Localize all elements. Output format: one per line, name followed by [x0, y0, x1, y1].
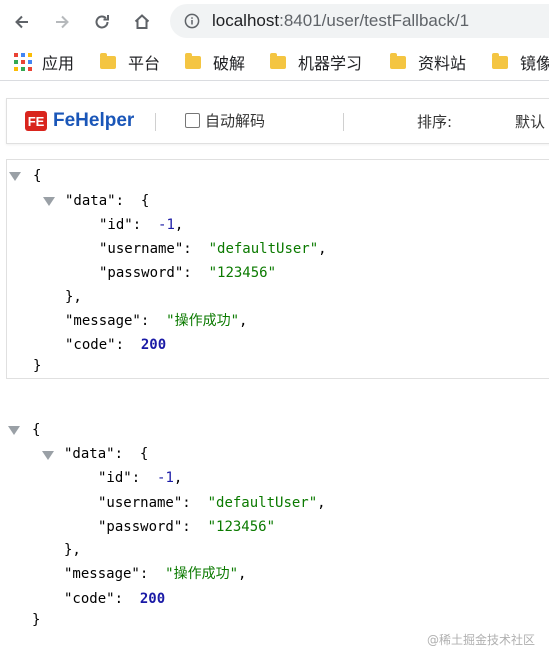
fehelper-toolbar: FE FeHelper 自动解码 排序: 默认 — [6, 98, 549, 144]
bookmark-label: 资料站 — [418, 54, 467, 73]
sort-default-option[interactable]: 默认 — [515, 111, 545, 132]
address-bar[interactable]: localhost:8401/user/testFallback/1 — [170, 4, 549, 38]
bookmarks-bar: 应用 平台 破解 机器学习 资料站 镜像 — [0, 44, 549, 81]
json-viewer-raw: { "data": { "id": -1, "username": "defau… — [6, 414, 549, 634]
bookmark-label: 破解 — [213, 54, 246, 73]
bookmark-apps[interactable]: 应用 — [14, 50, 74, 74]
json-key: "data" — [65, 193, 116, 209]
folder-icon — [185, 52, 201, 69]
json-key: "code" — [65, 337, 116, 353]
apps-grid-icon — [14, 53, 32, 71]
bookmark-label: 应用 — [42, 54, 75, 73]
json-key: "id" — [98, 470, 132, 486]
json-string: "123456" — [207, 519, 276, 535]
divider — [343, 113, 344, 131]
json-key: "id" — [99, 217, 133, 233]
divider — [155, 113, 156, 131]
json-line-username: "username": "defaultUser", — [98, 495, 326, 511]
bookmark-crack[interactable]: 破解 — [185, 50, 245, 74]
fehelper-logo-icon: FE — [25, 111, 47, 131]
json-close-brace: } — [32, 612, 41, 628]
json-line-code: "code": 200 — [64, 591, 166, 607]
json-line-data: "data": { — [64, 446, 149, 462]
json-string: "defaultUser" — [207, 495, 318, 511]
json-number: -1 — [157, 470, 174, 486]
json-line-id: "id": -1, — [98, 470, 183, 486]
collapse-toggle-icon[interactable] — [42, 451, 54, 460]
json-line-message: "message": "操作成功", — [64, 566, 247, 582]
json-line-message: "message": "操作成功", — [65, 313, 248, 329]
reload-icon — [95, 15, 109, 29]
json-key: "message" — [64, 566, 140, 582]
home-button[interactable] — [126, 6, 158, 38]
json-open-brace: { — [32, 422, 41, 438]
json-line-password: "password": "123456" — [99, 265, 277, 281]
json-string: "操作成功" — [166, 313, 240, 329]
bookmark-mirror[interactable]: 镜像 — [492, 50, 549, 74]
folder-icon — [390, 52, 406, 69]
json-close-brace: } — [33, 358, 42, 374]
auto-decode-label: 自动解码 — [205, 112, 266, 130]
folder-icon — [100, 52, 116, 69]
bookmark-label: 镜像 — [520, 54, 549, 73]
json-viewer-formatted: { "data": { "id": -1, "username": "defau… — [6, 159, 549, 379]
forward-button[interactable] — [46, 6, 78, 38]
json-key: "code" — [64, 591, 115, 607]
arrow-left-icon — [15, 15, 28, 29]
json-string: "123456" — [208, 265, 277, 281]
bookmark-label: 机器学习 — [298, 54, 363, 73]
back-button[interactable] — [6, 6, 38, 38]
bookmark-platform[interactable]: 平台 — [100, 50, 160, 74]
url-host: localhost — [212, 11, 280, 30]
json-line-password: "password": "123456" — [98, 519, 276, 535]
json-key: "message" — [65, 313, 141, 329]
sort-label: 排序: — [417, 113, 453, 131]
bookmark-machine-learning[interactable]: 机器学习 — [270, 50, 362, 74]
json-number: 200 — [139, 591, 166, 607]
fehelper-name: FeHelper — [53, 110, 135, 131]
collapse-toggle-icon[interactable] — [8, 426, 20, 435]
json-line-id: "id": -1, — [99, 217, 184, 233]
watermark: @稀土掘金技术社区 — [426, 633, 535, 647]
json-line-code: "code": 200 — [65, 337, 167, 353]
json-open-brace: { — [33, 168, 42, 184]
url-text[interactable]: localhost:8401/user/testFallback/1 — [212, 11, 469, 31]
bookmark-label: 平台 — [128, 54, 161, 73]
url-path: :8401/user/testFallback/1 — [279, 11, 470, 30]
json-string: "操作成功" — [165, 566, 239, 582]
json-number: 200 — [140, 337, 167, 353]
json-close-brace: }, — [64, 542, 81, 558]
collapse-toggle-icon[interactable] — [9, 172, 21, 181]
json-line-username: "username": "defaultUser", — [99, 241, 327, 257]
json-key: "password" — [98, 519, 183, 535]
json-line-data: "data": { — [65, 193, 150, 209]
arrow-right-icon — [56, 15, 69, 29]
home-icon — [134, 14, 150, 29]
info-icon[interactable] — [184, 13, 200, 29]
json-key: "username" — [99, 241, 184, 257]
folder-icon — [492, 52, 508, 69]
checkbox-icon[interactable] — [185, 113, 200, 128]
auto-decode-checkbox[interactable]: 自动解码 — [185, 110, 265, 131]
collapse-toggle-icon[interactable] — [43, 197, 55, 206]
reload-button[interactable] — [86, 6, 118, 38]
browser-toolbar: localhost:8401/user/testFallback/1 — [0, 0, 549, 44]
json-key: "username" — [98, 495, 183, 511]
json-string: "defaultUser" — [208, 241, 319, 257]
bookmark-resources[interactable]: 资料站 — [390, 50, 466, 74]
json-number: -1 — [158, 217, 175, 233]
fehelper-logo[interactable]: FE FeHelper — [25, 109, 134, 133]
folder-icon — [270, 52, 286, 69]
json-key: "password" — [99, 265, 184, 281]
json-close-brace: }, — [65, 289, 82, 305]
json-key: "data" — [64, 446, 115, 462]
